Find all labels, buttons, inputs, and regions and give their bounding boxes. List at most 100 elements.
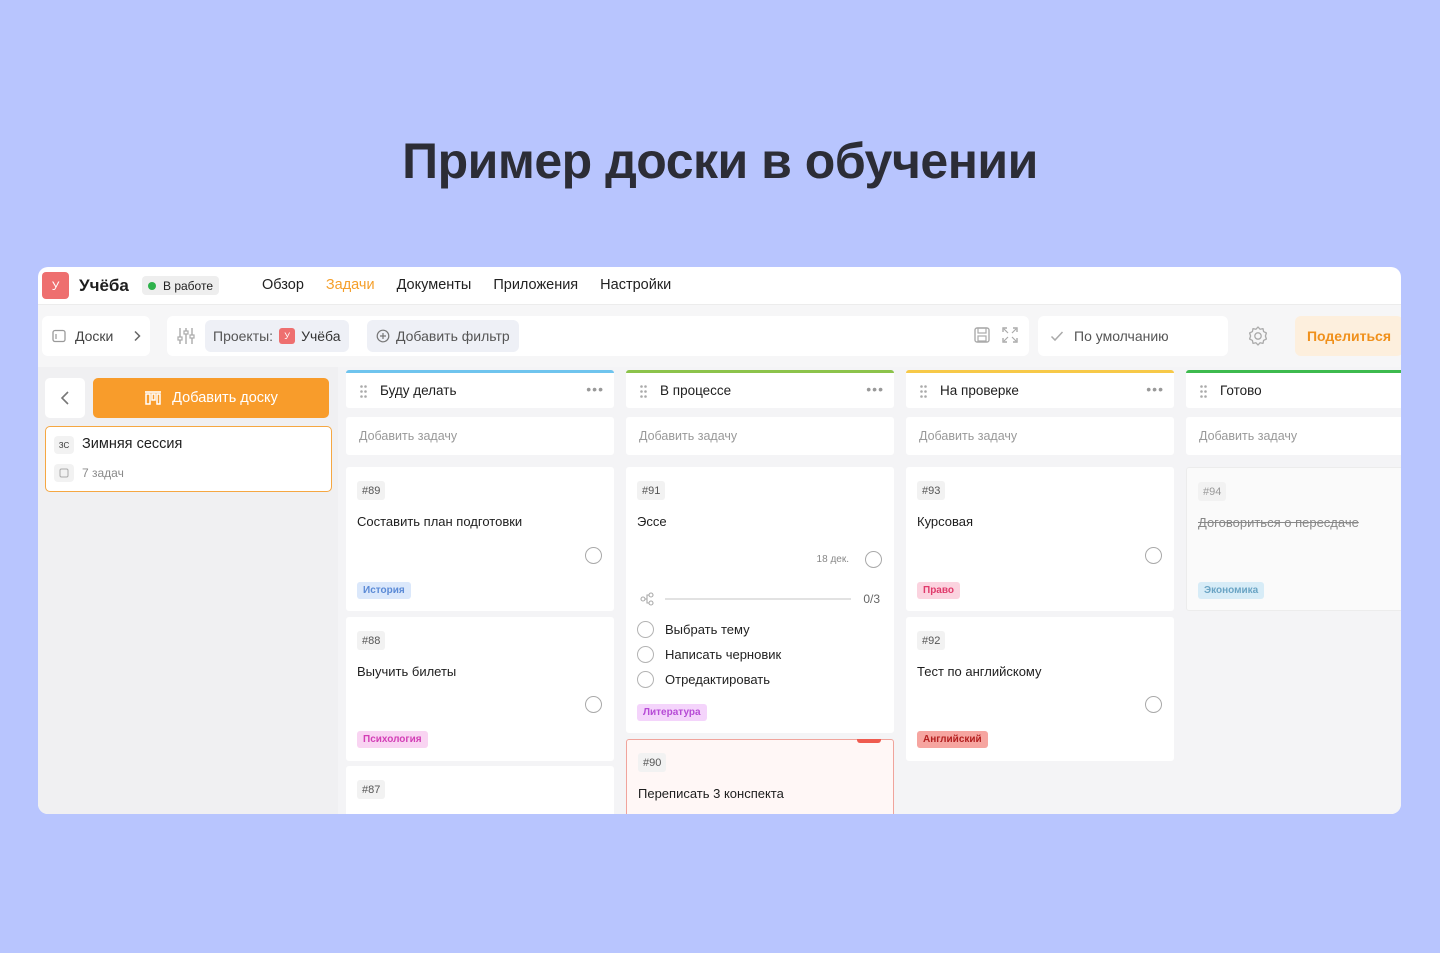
add-board-label: Добавить доску: [172, 390, 278, 406]
column-todo: Буду делать ••• Добавить задачу #89 Сост…: [346, 367, 614, 814]
collapse-sidebar-button[interactable]: [45, 378, 85, 418]
app-window: У Учёба В работе Обзор Задачи Документы …: [38, 267, 1401, 814]
sliders-icon[interactable]: [177, 326, 195, 346]
more-icon[interactable]: •••: [586, 381, 604, 397]
drag-handle-icon[interactable]: [1200, 385, 1207, 398]
add-board-button[interactable]: Добавить доску: [93, 378, 329, 418]
task-title: Переписать 3 конспекта: [638, 786, 784, 801]
subtask-progress: 0/3: [640, 592, 880, 606]
task-title: Составить план подготовки: [357, 514, 523, 529]
task-title: Договориться о пересдаче: [1198, 515, 1359, 530]
task-card[interactable]: #93 Курсовая Право: [906, 467, 1174, 611]
task-id: #90: [638, 753, 667, 772]
subtask-label: Отредактировать: [665, 672, 770, 687]
overdue-marker: [857, 739, 881, 743]
column-header[interactable]: На проверке •••: [906, 370, 1174, 408]
boards-toggle[interactable]: Доски: [42, 316, 150, 356]
task-card[interactable]: #92 Тест по английскому Английский: [906, 617, 1174, 761]
subtask-checkbox[interactable]: [637, 646, 654, 663]
complete-checkbox[interactable]: [1145, 696, 1162, 713]
filter-actions: [973, 326, 1019, 344]
board-task-count: 7 задач: [82, 466, 124, 480]
task-id: #89: [357, 481, 386, 500]
task-tag: История: [357, 582, 411, 599]
add-task-input[interactable]: Добавить задачу: [346, 417, 614, 455]
gear-icon[interactable]: [1247, 325, 1269, 347]
task-id: #91: [637, 481, 666, 500]
plus-circle-icon: [376, 329, 390, 343]
add-filter-label: Добавить фильтр: [396, 328, 510, 344]
add-task-input[interactable]: Добавить задачу: [906, 417, 1174, 455]
subtask-label: Написать черновик: [665, 647, 782, 662]
task-title: Курсовая: [917, 514, 974, 529]
column-title: Буду делать: [380, 383, 457, 398]
boards-label: Доски: [75, 328, 114, 344]
more-icon[interactable]: •••: [866, 381, 884, 397]
task-tag: Английский: [917, 731, 988, 748]
add-task-input[interactable]: Добавить задачу: [1186, 417, 1401, 455]
due-date: 18 дек.: [816, 554, 849, 565]
tab-documents[interactable]: Документы: [397, 277, 472, 293]
project-name[interactable]: Учёба: [79, 276, 129, 296]
expand-icon[interactable]: [1001, 326, 1019, 344]
column-title: В процессе: [660, 383, 732, 398]
complete-checkbox[interactable]: [1145, 547, 1162, 564]
task-card[interactable]: #89 Составить план подготовки История: [346, 467, 614, 611]
subtask-item[interactable]: Выбрать тему: [637, 621, 750, 638]
task-card-overdue[interactable]: #90 Переписать 3 конспекта: [626, 739, 894, 814]
task-tag: Право: [917, 582, 960, 599]
drag-handle-icon[interactable]: [360, 385, 367, 398]
subtask-checkbox[interactable]: [637, 621, 654, 638]
kanban-board: Буду делать ••• Добавить задачу #89 Сост…: [338, 367, 1401, 814]
add-filter-button[interactable]: Добавить фильтр: [367, 320, 519, 352]
subtask-checkbox[interactable]: [637, 671, 654, 688]
share-button[interactable]: Поделиться: [1295, 316, 1401, 356]
more-icon[interactable]: •••: [1146, 381, 1164, 397]
task-tag: Экономика: [1198, 582, 1265, 599]
task-card[interactable]: #87: [346, 766, 614, 814]
board-item-winter-session[interactable]: ЗС Зимняя сессия 7 задач: [45, 426, 332, 492]
subtask-item[interactable]: Написать черновик: [637, 646, 781, 663]
column-header[interactable]: В процессе •••: [626, 370, 894, 408]
tab-tasks[interactable]: Задачи: [326, 277, 375, 293]
column-review: На проверке ••• Добавить задачу #93 Курс…: [906, 367, 1174, 814]
board-icon: [52, 329, 66, 343]
task-tag: Литература: [637, 704, 707, 721]
project-mini-avatar: У: [279, 328, 296, 344]
status-dot-icon: [148, 281, 156, 290]
status-badge[interactable]: В работе: [142, 276, 220, 295]
task-card-done[interactable]: #94 Договориться о пересдаче Экономика: [1186, 467, 1401, 611]
tab-settings[interactable]: Настройки: [600, 277, 671, 293]
column-header[interactable]: Буду делать •••: [346, 370, 614, 408]
complete-checkbox[interactable]: [585, 547, 602, 564]
status-label: В работе: [163, 278, 214, 293]
save-icon[interactable]: [973, 326, 991, 344]
board-title: Зимняя сессия: [82, 436, 183, 452]
task-id: #92: [917, 631, 946, 650]
tab-overview[interactable]: Обзор: [262, 277, 304, 293]
task-id: #87: [357, 780, 386, 799]
subtasks-icon: [640, 592, 654, 606]
column-header[interactable]: Готово: [1186, 370, 1401, 408]
board-abbr-badge: ЗС: [54, 436, 74, 454]
complete-checkbox[interactable]: [865, 551, 882, 568]
view-select[interactable]: По умолчанию: [1038, 316, 1228, 356]
projects-filter-chip[interactable]: Проекты: У Учёба: [205, 320, 349, 352]
task-title: Выучить билеты: [357, 664, 457, 679]
chevron-left-icon: [60, 391, 69, 405]
progress-bar: [665, 598, 851, 600]
projects-value: Учёба: [301, 328, 341, 344]
task-card[interactable]: #88 Выучить билеты Психология: [346, 617, 614, 761]
drag-handle-icon[interactable]: [920, 385, 927, 398]
add-task-input[interactable]: Добавить задачу: [626, 417, 894, 455]
top-bar: У Учёба В работе Обзор Задачи Документы …: [38, 267, 1401, 305]
drag-handle-icon[interactable]: [640, 385, 647, 398]
project-avatar[interactable]: У: [42, 272, 69, 299]
column-title: На проверке: [940, 383, 1019, 398]
subtask-item[interactable]: Отредактировать: [637, 671, 770, 688]
tab-apps[interactable]: Приложения: [493, 277, 578, 293]
task-title: Эссе: [637, 514, 667, 529]
task-card[interactable]: #91 Эссе 18 дек. 0/3 Выбрать тему Написа…: [626, 467, 894, 733]
complete-checkbox[interactable]: [585, 696, 602, 713]
column-in-progress: В процессе ••• Добавить задачу #91 Эссе …: [626, 367, 894, 814]
